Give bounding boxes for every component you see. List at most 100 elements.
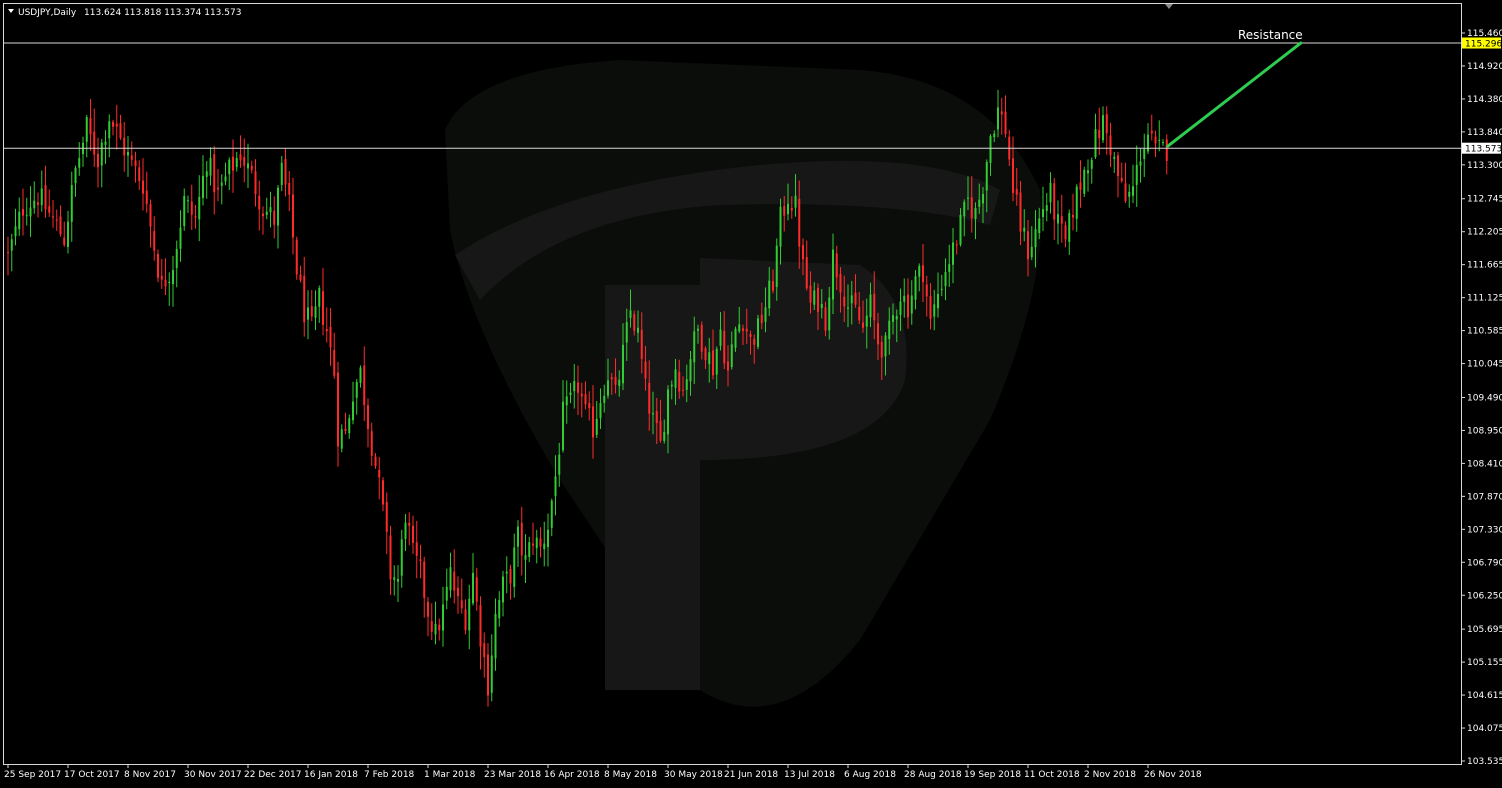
candle-body xyxy=(127,151,129,156)
candle-body xyxy=(715,348,718,375)
candle-body xyxy=(869,294,872,318)
candle-body xyxy=(430,621,433,632)
candle-body xyxy=(505,571,508,574)
candle-body xyxy=(877,323,879,345)
candle-body xyxy=(157,253,159,278)
candle-body xyxy=(873,293,876,321)
x-tick-label: 16 Apr 2018 xyxy=(544,770,600,780)
candle-body xyxy=(978,199,981,207)
candle-body xyxy=(1158,139,1161,142)
candle-body xyxy=(685,379,688,390)
candle-body xyxy=(989,136,992,163)
y-tick-label: 106.790 xyxy=(1467,558,1502,568)
candle-body xyxy=(33,200,36,209)
candle-body xyxy=(247,163,249,169)
candle-body xyxy=(914,276,917,300)
candle-body xyxy=(697,328,699,331)
candle-body xyxy=(397,579,399,582)
candle-body xyxy=(532,543,534,546)
candle-body xyxy=(202,175,204,198)
candle-body xyxy=(1068,213,1071,242)
candle-body xyxy=(490,655,493,693)
candle-body xyxy=(892,315,894,322)
candle-body xyxy=(607,380,609,396)
candle-body xyxy=(389,535,392,580)
resistance-price-tag-label: 115.296 xyxy=(1465,40,1502,50)
candle-body xyxy=(738,324,741,332)
triangle-down-icon[interactable] xyxy=(1165,4,1173,9)
chart-window[interactable]: 115.296 113.573 115.460 114.920 114.380 113.… xyxy=(0,0,1502,784)
candle-body xyxy=(498,599,501,619)
candle-body xyxy=(940,288,943,290)
candle-body xyxy=(1109,135,1112,156)
candle-body xyxy=(802,245,804,260)
y-tick-label: 111.125 xyxy=(1467,294,1502,304)
candle-body xyxy=(52,216,54,218)
candle-body xyxy=(775,245,778,287)
candle-body xyxy=(322,291,324,325)
candle-body xyxy=(97,153,99,168)
candle-body xyxy=(1120,177,1123,182)
candle-body xyxy=(307,307,309,320)
candle-body xyxy=(1154,136,1157,144)
candle-body xyxy=(820,303,823,309)
candle-body xyxy=(25,215,28,217)
candle-body xyxy=(569,392,572,396)
candle-body xyxy=(509,568,512,584)
candle-body xyxy=(1083,169,1086,194)
candle-body xyxy=(153,231,156,251)
candle-body xyxy=(700,324,703,352)
candle-body xyxy=(138,167,141,182)
y-tick-label: 107.330 xyxy=(1467,525,1502,535)
candle-body xyxy=(689,359,692,382)
candle-body xyxy=(584,394,587,405)
triangle-down-icon[interactable] xyxy=(8,9,14,13)
candle-body xyxy=(592,406,594,438)
candle-body xyxy=(228,159,231,175)
candle-body xyxy=(809,285,812,303)
candle-body xyxy=(40,188,43,206)
x-tick-label: 8 May 2018 xyxy=(604,770,657,780)
candle-body xyxy=(783,205,786,216)
candle-body xyxy=(164,279,167,287)
candle-body xyxy=(1105,114,1108,134)
candle-body xyxy=(614,376,617,385)
x-tick-label: 2 Nov 2018 xyxy=(1084,770,1136,780)
candle-body xyxy=(85,117,88,142)
resistance-label: Resistance xyxy=(1238,28,1303,42)
price-chart[interactable]: 115.296 113.573 115.460 114.920 114.380 113.… xyxy=(0,0,1502,784)
candle-body xyxy=(1132,186,1134,196)
candle-body xyxy=(318,288,321,307)
candle-body xyxy=(637,327,639,333)
candle-body xyxy=(633,314,636,331)
candle-body xyxy=(757,318,759,347)
candle-body xyxy=(1053,183,1056,220)
candle-body xyxy=(303,275,306,323)
candle-body xyxy=(1135,164,1138,185)
candle-body xyxy=(160,275,163,280)
candle-body xyxy=(903,295,906,302)
candle-body xyxy=(89,117,92,135)
price-axis: 115.460 114.920 114.380 113.840 113.300 112.7… xyxy=(1461,29,1502,767)
candle-body xyxy=(355,382,358,398)
candle-body xyxy=(790,207,793,211)
candle-body xyxy=(449,567,452,591)
candle-body xyxy=(625,322,628,343)
x-tick-label: 22 Dec 2017 xyxy=(244,770,302,780)
candle-body xyxy=(404,522,407,539)
candle-body xyxy=(884,335,887,357)
candle-body xyxy=(1000,111,1003,115)
candle-body xyxy=(640,329,643,359)
trend-arrow[interactable] xyxy=(1166,41,1303,148)
candle-body xyxy=(7,252,9,254)
candle-body xyxy=(412,525,414,543)
y-tick-label: 106.250 xyxy=(1467,591,1502,601)
candle-body xyxy=(1012,158,1014,194)
candle-body xyxy=(265,211,268,215)
candle-body xyxy=(734,328,737,348)
y-tick-label: 112.745 xyxy=(1467,195,1502,205)
candle-body xyxy=(850,295,853,304)
candle-body xyxy=(910,295,913,314)
candle-body xyxy=(858,306,861,321)
candle-body xyxy=(550,500,553,528)
